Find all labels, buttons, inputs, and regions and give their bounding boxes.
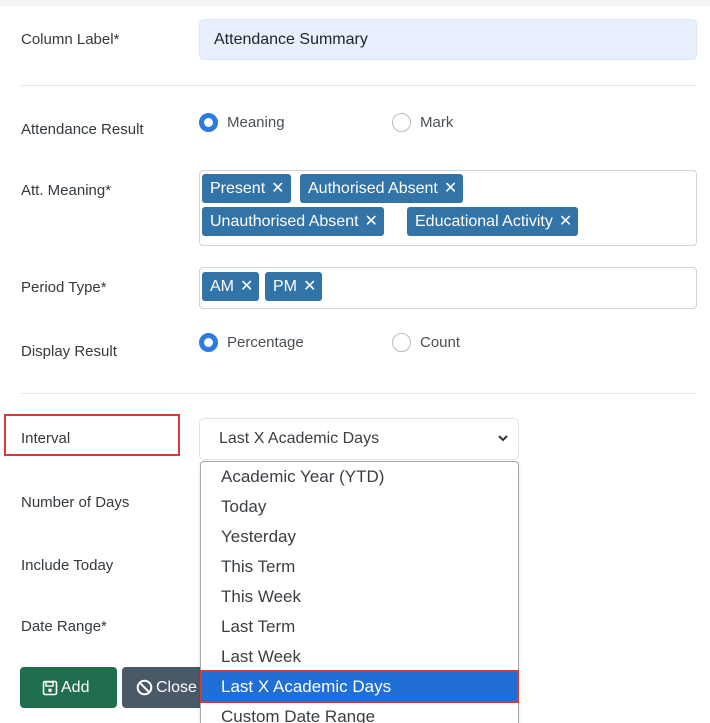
- tag-authorised-absent[interactable]: Authorised Absent ✕: [300, 174, 464, 203]
- radio-count[interactable]: Count: [392, 333, 460, 352]
- option-this-week[interactable]: This Week: [201, 582, 518, 612]
- tag-label: Present: [210, 180, 266, 197]
- att-meaning-label: Att. Meaning*: [21, 182, 112, 199]
- option-last-term[interactable]: Last Term: [201, 612, 518, 642]
- interval-selected-value: Last X Academic Days: [219, 430, 380, 447]
- close-icon[interactable]: ✕: [303, 278, 316, 295]
- tag-educational-activity[interactable]: Educational Activity ✕: [407, 207, 579, 236]
- date-range-label: Date Range*: [21, 618, 107, 635]
- radio-checked-icon: [199, 333, 218, 352]
- add-button[interactable]: Add: [20, 667, 117, 708]
- display-result-label: Display Result: [21, 343, 117, 360]
- tag-unauthorised-absent[interactable]: Unauthorised Absent ✕: [202, 207, 384, 236]
- include-today-label: Include Today: [21, 557, 114, 574]
- radio-unchecked-icon: [392, 333, 411, 352]
- tag-pm[interactable]: PM ✕: [265, 272, 323, 301]
- save-icon: [42, 680, 58, 695]
- tag-label: Unauthorised Absent: [210, 213, 359, 230]
- column-label-input[interactable]: Attendance Summary: [199, 19, 697, 60]
- radio-meaning[interactable]: Meaning: [199, 113, 285, 132]
- ban-icon: [136, 679, 153, 696]
- period-type-multiselect[interactable]: AM ✕ PM ✕: [199, 267, 697, 309]
- close-button[interactable]: Close: [122, 667, 212, 708]
- tag-am[interactable]: AM ✕: [202, 272, 260, 301]
- interval-select[interactable]: Last X Academic Days: [199, 418, 519, 460]
- period-type-label: Period Type*: [21, 279, 107, 296]
- tag-present[interactable]: Present ✕: [202, 174, 291, 203]
- radio-checked-icon: [199, 113, 218, 132]
- option-custom-date-range[interactable]: Custom Date Range: [201, 702, 518, 723]
- radio-meaning-label: Meaning: [227, 114, 285, 131]
- option-today[interactable]: Today: [201, 492, 518, 522]
- tag-label: Authorised Absent: [308, 180, 438, 197]
- number-of-days-label: Number of Days: [21, 494, 130, 511]
- selected-option-highlight: [200, 670, 519, 703]
- close-icon[interactable]: ✕: [365, 213, 378, 230]
- tag-label: Educational Activity: [415, 213, 553, 230]
- close-icon[interactable]: ✕: [240, 278, 253, 295]
- radio-mark-label: Mark: [420, 114, 454, 131]
- radio-percentage-label: Percentage: [227, 334, 304, 351]
- attendance-result-label: Attendance Result: [21, 121, 144, 138]
- radio-unchecked-icon: [392, 113, 411, 132]
- column-label-label: Column Label*: [21, 31, 120, 48]
- radio-percentage[interactable]: Percentage: [199, 333, 304, 352]
- top-bar: [0, 0, 710, 6]
- radio-count-label: Count: [420, 334, 461, 351]
- option-yesterday[interactable]: Yesterday: [201, 522, 518, 552]
- close-icon[interactable]: ✕: [271, 180, 284, 197]
- att-meaning-multiselect[interactable]: Present ✕ Authorised Absent ✕ Unauthorised…: [199, 170, 697, 246]
- close-button-label: Close: [156, 679, 197, 696]
- option-last-week[interactable]: Last Week: [201, 642, 518, 672]
- add-button-label: Add: [61, 679, 90, 696]
- close-icon[interactable]: ✕: [444, 180, 457, 197]
- option-academic-year[interactable]: Academic Year (YTD): [201, 462, 518, 492]
- divider: [21, 393, 697, 394]
- interval-label: Interval: [21, 430, 71, 447]
- radio-mark[interactable]: Mark: [392, 113, 453, 132]
- tag-label: AM: [210, 278, 234, 295]
- tag-label: PM: [273, 278, 297, 295]
- close-icon[interactable]: ✕: [559, 213, 572, 230]
- divider: [21, 85, 697, 86]
- option-this-term[interactable]: This Term: [201, 552, 518, 582]
